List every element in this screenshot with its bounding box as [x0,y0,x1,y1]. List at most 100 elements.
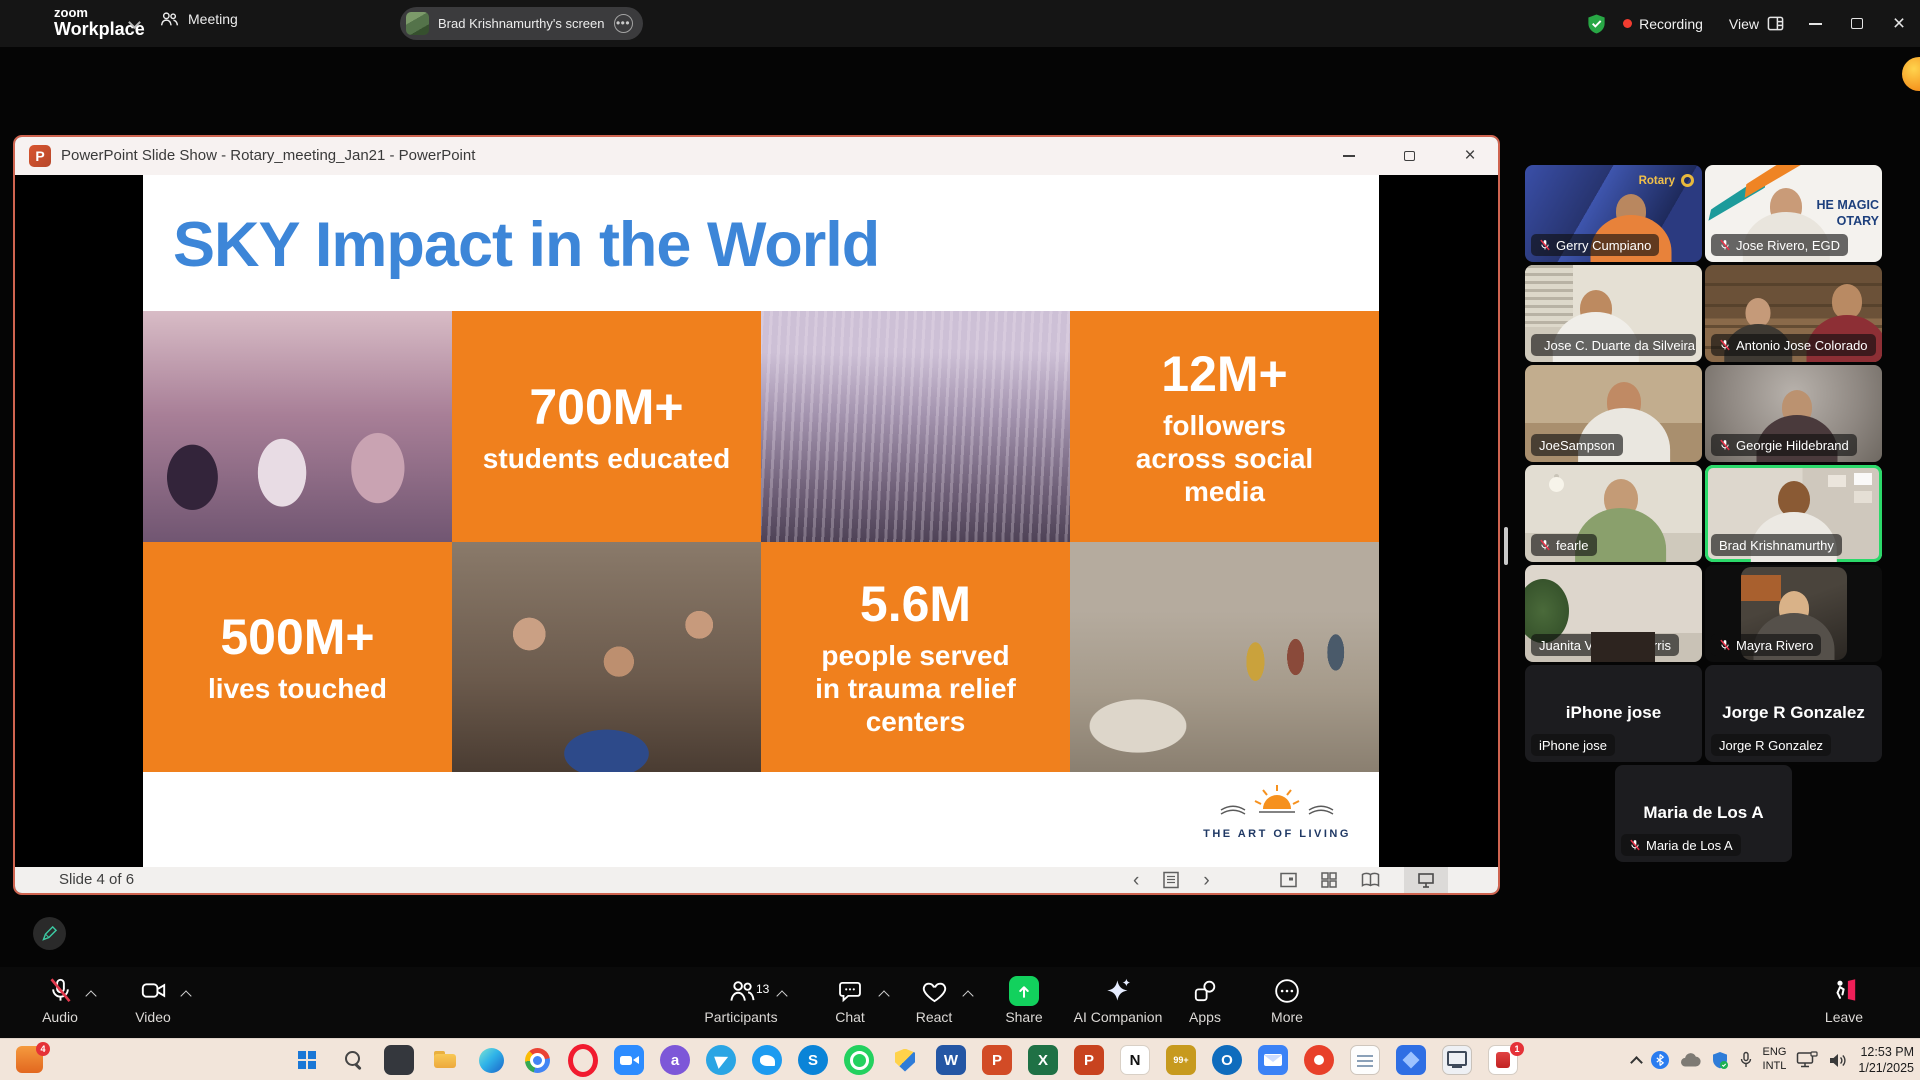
ppt-maximize-button[interactable] [1386,137,1432,175]
taskbar-icon-gmail[interactable] [1304,1045,1334,1075]
taskbar-icon-start[interactable] [292,1045,322,1075]
minimize-button[interactable] [1794,0,1836,47]
taskbar-icon-file-explorer[interactable] [430,1045,460,1075]
audio-options-chevron-icon[interactable] [85,990,96,1001]
word-glyph: W [944,1052,958,1069]
react-options-chevron-icon[interactable] [962,990,973,1001]
next-slide-button[interactable]: › [1203,867,1209,893]
powerpoint-titlebar[interactable]: P PowerPoint Slide Show - Rotary_meeting… [15,137,1498,175]
taskbar-icon-alert[interactable]: 1 [1488,1045,1518,1075]
magic-of-rotary-watermark: HE MAGICOTARY [1817,198,1880,229]
powerpoint-2-glyph: P [1084,1052,1094,1069]
display-project-icon[interactable] [1796,1051,1818,1069]
taskbar-icon-notion[interactable]: N [1120,1045,1150,1075]
leave-button[interactable]: Leave [1806,976,1882,1025]
tab-options-icon[interactable]: ••• [614,14,633,33]
sun-logo-icon [1217,779,1337,821]
audio-button[interactable]: Audio [25,976,95,1025]
previous-slide-button[interactable]: ‹ [1133,867,1139,893]
view-button-label[interactable]: View [1729,16,1759,32]
video-button[interactable]: Video [118,976,188,1025]
participant-tile-no-video[interactable]: Maria de Los A Maria de Los A [1615,765,1792,862]
chat-button[interactable]: Chat [812,976,888,1025]
tab-meeting[interactable]: Meeting [160,11,238,27]
panel-resize-handle[interactable] [1504,527,1508,565]
security-shield-tray-icon[interactable] [1711,1051,1729,1070]
ppt-close-button[interactable]: × [1447,137,1493,175]
taskbar-icon-defender[interactable] [890,1045,920,1075]
reading-view-icon[interactable] [1361,867,1380,893]
taskbar-icon-mail[interactable] [1258,1045,1288,1075]
maximize-button[interactable] [1836,0,1878,47]
windows-taskbar: 4 a S W P X P N 99+ O 1 ENG INTL 12:53 PM 1/21/20… [0,1038,1920,1080]
chat-options-chevron-icon[interactable] [878,990,889,1001]
participant-tile[interactable]: Jose C. Duarte da Silveira [1525,265,1702,362]
tray-overflow-chevron-icon[interactable] [1630,1056,1643,1069]
apps-button[interactable]: Apps [1168,976,1242,1025]
participant-tile[interactable]: Mayra Rivero [1705,565,1882,662]
taskbar-icon-whatsapp[interactable] [844,1045,874,1075]
taskbar-icon-remote-desktop[interactable] [1442,1045,1472,1075]
view-layout-icon[interactable] [1767,15,1784,32]
microphone-tray-icon[interactable] [1739,1051,1753,1069]
annotation-pencil-button[interactable] [33,917,66,950]
taskbar-icon-notepad[interactable] [1350,1045,1380,1075]
floating-notification-bubble[interactable] [1902,57,1920,91]
taskbar-icon-chrome[interactable] [522,1045,552,1075]
participant-tile[interactable]: HE MAGICOTARY Jose Rivero, EGD [1705,165,1882,262]
slideshow-view-button-active[interactable] [1404,867,1448,893]
clock-datetime[interactable]: 12:53 PM 1/21/2025 [1858,1044,1914,1077]
onedrive-cloud-icon[interactable] [1679,1052,1701,1068]
taskbar-icon-search[interactable] [338,1045,368,1075]
minimize-icon [1809,23,1822,25]
taskbar-icon-zoom[interactable] [614,1045,644,1075]
speaker-icon[interactable] [1828,1052,1848,1069]
participant-name-label: fearle [1531,534,1597,556]
participants-options-chevron-icon[interactable] [776,990,787,1001]
participant-tile[interactable]: Juanita Valentin-Morris [1525,565,1702,662]
bluetooth-icon[interactable] [1651,1051,1669,1069]
notes-icon[interactable] [1163,867,1179,893]
react-button[interactable]: React [896,976,972,1025]
taskbar-icon-word[interactable]: W [936,1045,966,1075]
video-options-chevron-icon[interactable] [180,990,191,1001]
security-shield-icon[interactable] [1586,13,1607,35]
taskbar-icon-skype[interactable]: S [798,1045,828,1075]
slideshow-nav-controls: ‹ › [1133,867,1448,893]
taskbar-icon-telegram[interactable] [706,1045,736,1075]
share-button[interactable]: Share [986,976,1062,1025]
slide-sorter-view-icon[interactable] [1321,867,1337,893]
taskbar-icon-twitter[interactable] [752,1045,782,1075]
taskbar-icon-excel[interactable]: X [1028,1045,1058,1075]
ppt-minimize-button[interactable] [1326,137,1372,175]
more-button[interactable]: More [1250,976,1324,1025]
taskbar-icon-outlook[interactable]: O [1212,1045,1242,1075]
participant-tile[interactable]: JoeSampson [1525,365,1702,462]
language-indicator[interactable]: ENG INTL [1763,1046,1787,1074]
participant-tile-no-video[interactable]: iPhone jose iPhone jose [1525,665,1702,762]
participant-tile[interactable]: fearle [1525,465,1702,562]
ai-companion-button[interactable]: AI Companion [1068,976,1168,1025]
participant-tile[interactable]: Rotary Gerry Cumpiano [1525,165,1702,262]
apps-icon [1192,978,1218,1004]
powerpoint-glyph: P [992,1052,1002,1069]
participant-tile[interactable]: Antonio Jose Colorado [1705,265,1882,362]
tab-shared-screen[interactable]: Brad Krishnamurthy's screen ••• [400,7,643,40]
muted-mic-icon [1539,539,1551,551]
taskbar-pinned-app[interactable]: 4 [16,1046,43,1073]
taskbar-icon-widgets[interactable] [384,1045,414,1075]
participant-tile-no-video[interactable]: Jorge R Gonzalez Jorge R Gonzalez [1705,665,1882,762]
taskbar-icon-opera[interactable] [568,1045,598,1075]
taskbar-icon-photos[interactable] [1396,1045,1426,1075]
close-button[interactable]: × [1878,0,1920,47]
participant-tile[interactable]: Georgie Hildebrand [1705,365,1882,462]
taskbar-icon-app-a[interactable]: a [660,1045,690,1075]
participants-button[interactable]: 13 Participants [698,976,784,1025]
video-camera-icon [140,977,167,1004]
taskbar-icon-powerpoint-2[interactable]: P [1074,1045,1104,1075]
participant-tile-active-speaker[interactable]: Brad Krishnamurthy [1705,465,1882,562]
taskbar-icon-edge[interactable] [476,1045,506,1075]
normal-view-icon[interactable] [1280,867,1297,893]
taskbar-icon-unread-99[interactable]: 99+ [1166,1045,1196,1075]
taskbar-icon-powerpoint[interactable]: P [982,1045,1012,1075]
